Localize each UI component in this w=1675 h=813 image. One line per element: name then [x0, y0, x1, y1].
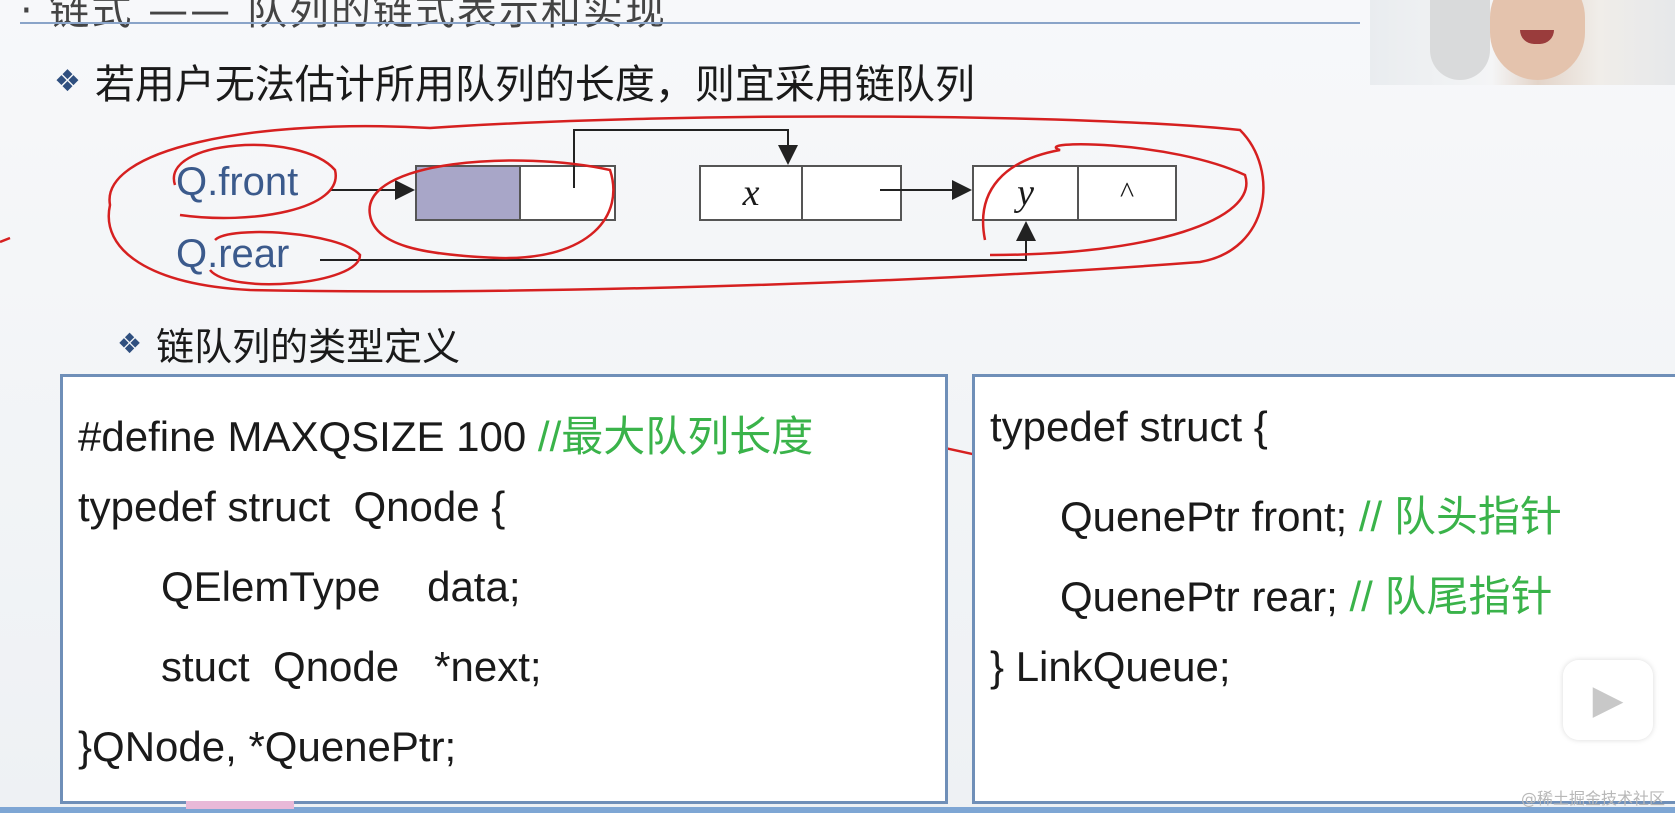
node-y-data-cell: y [972, 165, 1079, 221]
presenter-hair [1430, 0, 1490, 80]
code-line-data-field: QElemType data; [161, 563, 521, 610]
node-y-null-cell: ^ [1077, 165, 1177, 221]
bullet-sub: ❖ 链队列的类型定义 [117, 316, 460, 371]
code-text: QuenePtr front; [1060, 493, 1359, 540]
q-rear-label: Q.rear [176, 232, 290, 276]
diamond-bullet-icon: ❖ [117, 327, 143, 360]
code-line-next-field: stuct Qnode *next; [161, 643, 542, 690]
node-x-next-cell [801, 165, 902, 221]
presenter-webcam [1370, 0, 1675, 85]
head-node-next-cell [519, 165, 616, 221]
node-x-data-cell: x [699, 165, 803, 221]
q-front-label: Q.front [176, 160, 299, 204]
code-comment: // 队尾指针 [1349, 573, 1553, 620]
code-line-front-field: QuenePtr front; // 队头指针 [1060, 483, 1562, 544]
code-line-typedef-qnode: typedef struct Qnode { [78, 483, 506, 530]
title-divider [20, 22, 1360, 24]
bullet-main: ❖ 若用户无法估计所用队列的长度，则宜采用链队列 [54, 52, 975, 110]
bullet-sub-text: 链队列的类型定义 [156, 325, 461, 369]
code-line-linkqueue-close: } LinkQueue; [990, 643, 1231, 690]
code-line-typedef-struct: typedef struct { [990, 403, 1268, 450]
code-text: #define MAXQSIZE 100 [78, 413, 538, 460]
code-line-define: #define MAXQSIZE 100 //最大队列长度 [78, 403, 813, 464]
head-node-data-cell [415, 165, 521, 221]
play-icon[interactable]: ▶ [1563, 660, 1653, 740]
code-line-qnode-close: }QNode, *QuenePtr; [78, 723, 457, 770]
code-box-linkqueue: typedef struct { QuenePtr front; // 队头指针… [972, 374, 1675, 804]
code-line-rear-field: QuenePtr rear; // 队尾指针 [1060, 563, 1552, 624]
code-box-qnode: #define MAXQSIZE 100 //最大队列长度 typedef st… [60, 374, 948, 804]
rear-pointer-arrow [320, 221, 1036, 261]
code-comment: // 队头指针 [1358, 493, 1562, 540]
bullet-main-text: 若用户无法估计所用队列的长度，则宜采用链队列 [94, 62, 975, 108]
code-comment: //最大队列长度 [537, 413, 814, 460]
diamond-bullet-icon: ❖ [54, 63, 81, 99]
code-text: QuenePtr rear; [1060, 573, 1350, 620]
bottom-pink-marker [186, 801, 294, 809]
slide-title-partial: · 链式 —— 队列的链式表示和实现 [20, 0, 667, 34]
watermark: @稀土掘金技术社区 [1520, 789, 1665, 808]
